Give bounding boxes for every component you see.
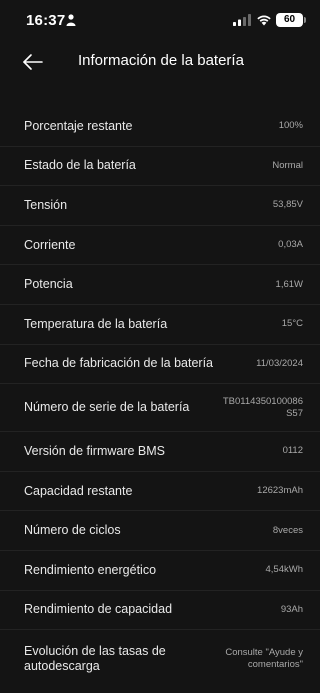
- person-icon: [66, 14, 76, 26]
- battery-icon: 60: [276, 13, 303, 27]
- row-value: 15°C: [281, 318, 303, 330]
- row-estado-bateria: Estado de la batería Normal: [0, 147, 320, 187]
- row-label: Rendimiento de capacidad: [24, 602, 173, 617]
- row-firmware-bms: Versión de firmware BMS 0112: [0, 432, 320, 472]
- row-label: Evolución de las tasas de autodescarga: [24, 644, 166, 674]
- row-porcentaje-restante: Porcentaje restante 100%: [0, 107, 320, 147]
- cellular-signal-icon: [233, 14, 251, 26]
- row-value: 8veces: [272, 524, 303, 536]
- status-time: 16:37: [26, 12, 66, 29]
- row-label: Rendimiento energético: [24, 562, 157, 577]
- row-numero-ciclos: Número de ciclos 8veces: [0, 511, 320, 551]
- row-value: 4,54kWh: [265, 564, 304, 576]
- status-bar: 16:37 60: [0, 0, 320, 42]
- row-autodescarga[interactable]: Evolución de las tasas de autodescarga C…: [0, 630, 320, 688]
- row-label: Versión de firmware BMS: [24, 443, 166, 458]
- row-fecha-fabricacion: Fecha de fabricación de la batería 11/03…: [0, 345, 320, 385]
- row-value: 12623mAh: [257, 485, 303, 497]
- row-label: Temperatura de la batería: [24, 316, 168, 331]
- row-capacidad-restante: Capacidad restante 12623mAh: [0, 472, 320, 512]
- battery-tip: [304, 17, 306, 23]
- row-label: Potencia: [24, 277, 73, 292]
- row-value: 0112: [282, 445, 303, 457]
- wifi-icon: [257, 15, 271, 26]
- row-label: Corriente: [24, 237, 76, 252]
- row-tension: Tensión 53,85V: [0, 186, 320, 226]
- arrow-left-icon: [23, 54, 43, 70]
- row-value: 11/03/2024: [256, 357, 303, 369]
- row-value: Normal: [272, 159, 303, 171]
- page-title: Información de la batería: [78, 52, 244, 69]
- row-temperatura: Temperatura de la batería 15°C: [0, 305, 320, 345]
- row-label: Número de serie de la batería: [24, 400, 190, 415]
- battery-info-list: Porcentaje restante 100% Estado de la ba…: [0, 107, 320, 688]
- row-rendimiento-capacidad: Rendimiento de capacidad 93Ah: [0, 591, 320, 631]
- row-label: Capacidad restante: [24, 483, 133, 498]
- row-potencia: Potencia 1,61W: [0, 265, 320, 305]
- row-value: 0,03A: [278, 239, 303, 251]
- row-numero-serie: Número de serie de la batería TB01143501…: [0, 384, 320, 433]
- row-value: TB0114350100086 S57: [222, 395, 303, 419]
- back-button[interactable]: [18, 50, 46, 74]
- row-rendimiento-energetico: Rendimiento energético 4,54kWh: [0, 551, 320, 591]
- row-label: Estado de la batería: [24, 158, 136, 173]
- row-value: 93Ah: [280, 603, 303, 615]
- row-corriente: Corriente 0,03A: [0, 226, 320, 266]
- help-feedback-link[interactable]: Consulte "Ayude y comentarios": [197, 647, 303, 671]
- row-label: Fecha de fabricación de la batería: [24, 356, 214, 371]
- row-label: Número de ciclos: [24, 523, 121, 538]
- row-label: Porcentaje restante: [24, 118, 133, 133]
- header: Información de la batería: [0, 42, 320, 84]
- row-value: 100%: [278, 120, 303, 132]
- row-value: 1,61W: [275, 278, 303, 290]
- row-value: 53,85V: [272, 199, 303, 211]
- row-label: Tensión: [24, 197, 68, 212]
